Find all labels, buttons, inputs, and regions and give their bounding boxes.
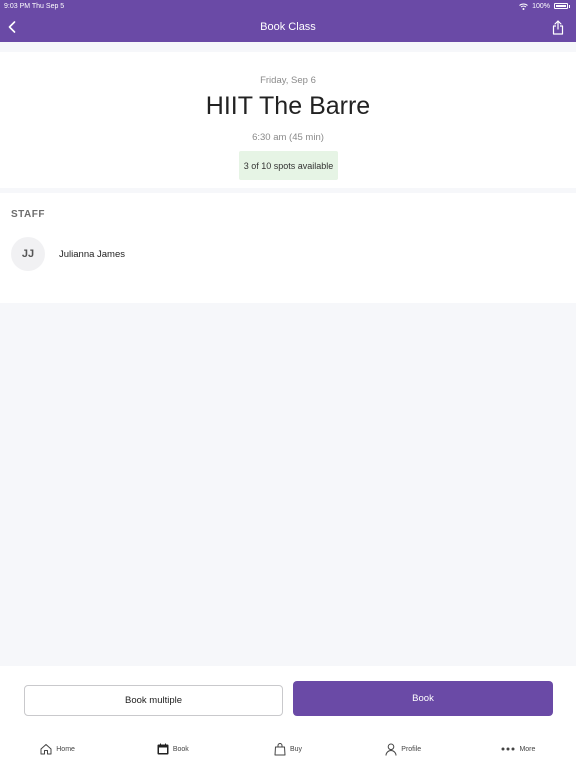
class-date: Friday, Sep 6: [260, 75, 316, 86]
tab-label: Book: [172, 745, 189, 753]
spots-available-badge: 3 of 10 spots available: [239, 151, 338, 180]
chevron-left-icon: [8, 21, 16, 33]
staff-name: Julianna James: [59, 248, 126, 260]
tab-buy[interactable]: Buy: [230, 730, 345, 768]
class-title: HIIT The Barre: [205, 92, 371, 120]
tab-profile[interactable]: Profile: [346, 730, 461, 768]
staff-section: STAFF JJ Julianna James: [0, 193, 576, 303]
calendar-icon: [157, 743, 169, 755]
share-icon: [552, 19, 564, 35]
book-button[interactable]: Book: [293, 681, 553, 716]
battery-icon: [554, 3, 568, 9]
class-time: 6:30 am (45 min): [252, 132, 324, 143]
home-icon: [40, 744, 52, 755]
status-time-date: 9:03 PM Thu Sep 5: [4, 2, 65, 10]
tab-bar: Home Book Buy Profile More: [0, 730, 576, 768]
tab-label: Home: [56, 745, 75, 753]
battery-tip: [569, 4, 570, 8]
tab-label: More: [519, 745, 536, 753]
class-details: Friday, Sep 6 HIIT The Barre 6:30 am (45…: [0, 52, 576, 188]
more-dots-icon: [501, 747, 515, 751]
book-multiple-button[interactable]: Book multiple: [24, 685, 283, 716]
battery-percent: 100%: [532, 2, 550, 10]
tab-home[interactable]: Home: [0, 730, 115, 768]
back-button[interactable]: [4, 18, 20, 36]
page-title: Book Class: [260, 21, 316, 33]
avatar: JJ: [11, 237, 45, 271]
nav-bar: Book Class: [0, 12, 576, 42]
tab-more[interactable]: More: [461, 730, 576, 768]
person-icon: [385, 743, 397, 756]
tab-label: Buy: [289, 745, 303, 753]
staff-heading: STAFF: [11, 209, 45, 220]
staff-member-row[interactable]: JJ Julianna James: [11, 237, 125, 271]
status-bar: 9:03 PM Thu Sep 5 100%: [0, 0, 576, 12]
status-right: 100%: [519, 3, 570, 10]
tab-label: Profile: [401, 745, 422, 753]
tab-book[interactable]: Book: [115, 730, 230, 768]
share-button[interactable]: [550, 17, 566, 37]
shopping-bag-icon: [274, 742, 286, 755]
wifi-icon: [519, 3, 528, 10]
